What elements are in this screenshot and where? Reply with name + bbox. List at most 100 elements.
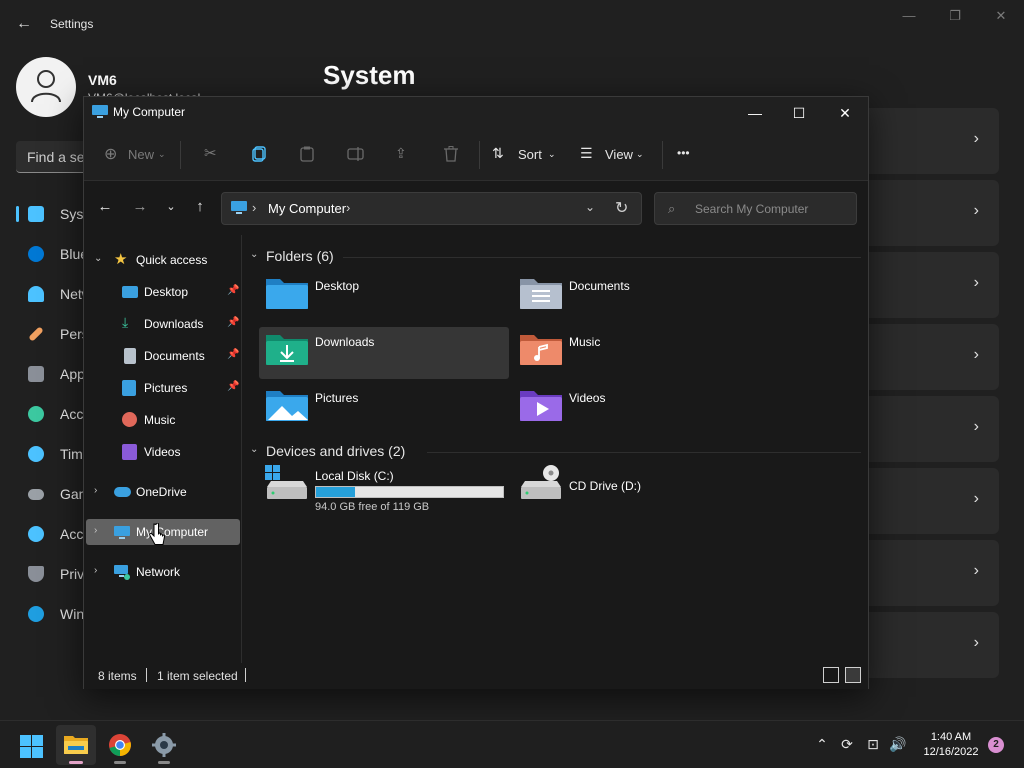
restore-icon[interactable]: ❐ — [940, 8, 970, 26]
settings-card[interactable]: › — [868, 396, 999, 462]
computer-icon — [231, 201, 247, 214]
back-arrow-icon[interactable]: ← — [95, 197, 115, 217]
sidebar-item-downloads[interactable]: ⤓ Downloads 📌 — [86, 311, 240, 337]
sidebar-item-network[interactable]: › Network — [86, 559, 240, 585]
search-placeholder: Search My Computer — [695, 202, 809, 216]
music-folder-icon — [520, 335, 562, 365]
folder-tile-documents[interactable]: Documents — [513, 271, 763, 323]
close-icon[interactable]: ✕ — [834, 102, 856, 124]
settings-card[interactable]: › — [868, 108, 999, 174]
rename-button[interactable] — [346, 141, 366, 169]
share-button[interactable]: ⇪ — [394, 141, 414, 169]
page-title: System — [323, 60, 416, 90]
network-tray-icon[interactable]: ⊡ — [864, 735, 882, 753]
refresh-icon[interactable]: ↻ — [615, 198, 628, 218]
settings-card[interactable]: › — [868, 180, 999, 246]
details-view-icon[interactable] — [823, 667, 839, 683]
notification-badge[interactable]: 2 — [988, 737, 1004, 753]
folder-tile-downloads[interactable]: Downloads — [259, 327, 509, 379]
sidebar-item-documents[interactable]: Documents 📌 — [86, 343, 240, 369]
system-clock[interactable]: 1:40 AM 12/16/2022 — [918, 730, 984, 760]
nav-item-bluetooth[interactable]: Bluetooth & devices — [28, 244, 184, 264]
sidebar-item-onedrive[interactable]: › OneDrive — [86, 479, 240, 505]
cloud-icon — [114, 487, 131, 497]
nav-item-personalization[interactable]: Personalization — [28, 324, 156, 344]
sidebar-item-pictures[interactable]: Pictures 📌 — [86, 375, 240, 401]
address-bar[interactable]: › My Computer › ⌄ ↻ — [221, 192, 642, 225]
settings-card[interactable]: › — [868, 468, 999, 534]
chrome-icon — [109, 734, 131, 756]
settings-card[interactable]: › — [868, 252, 999, 318]
up-arrow-icon[interactable]: ↑ — [190, 197, 210, 217]
breadcrumb[interactable]: My Computer — [268, 201, 346, 216]
close-icon[interactable]: ✕ — [986, 8, 1016, 26]
folder-tile-pictures[interactable]: Pictures — [259, 383, 509, 435]
drive-tile-d[interactable]: CD Drive (D:) — [513, 465, 763, 517]
pictures-icon — [122, 380, 136, 396]
settings-card[interactable]: › — [868, 612, 999, 678]
cut-button[interactable]: ✂ — [202, 141, 222, 169]
minimize-icon[interactable]: — — [744, 102, 766, 124]
folder-tile-desktop[interactable]: Desktop — [259, 271, 509, 323]
explorer-titlebar[interactable]: My Computer — ☐ ✕ — [84, 97, 868, 129]
nav-item-network[interactable]: Network & internet — [28, 284, 175, 304]
chevron-right-icon[interactable]: › — [94, 525, 97, 536]
nav-item-accessibility[interactable]: Accessibility — [28, 524, 136, 544]
sidebar-item-videos[interactable]: Videos — [86, 439, 240, 465]
video-icon — [122, 444, 137, 460]
minimize-icon[interactable]: — — [894, 8, 924, 26]
sort-button[interactable]: ⇅ Sort ⌄ — [492, 141, 556, 169]
recent-chevron-icon[interactable]: ⌄ — [161, 197, 181, 217]
large-icons-view-icon[interactable] — [845, 667, 861, 683]
sync-icon[interactable]: ⟳ — [838, 735, 856, 753]
volume-icon[interactable]: 🔊 — [889, 735, 907, 753]
address-dropdown-icon[interactable]: ⌄ — [585, 200, 595, 214]
update-icon — [28, 606, 44, 622]
chevron-right-icon[interactable]: › — [94, 565, 97, 576]
delete-button[interactable] — [442, 141, 462, 169]
paste-button[interactable] — [298, 141, 318, 169]
taskbar-chrome[interactable] — [100, 725, 140, 765]
sidebar-item-quick-access[interactable]: ⌄ ★ Quick access — [86, 247, 240, 273]
nav-item-system[interactable]: System — [28, 204, 107, 224]
pin-icon[interactable]: 📌 — [227, 285, 239, 296]
drive-tile-c[interactable]: Local Disk (C:) 94.0 GB free of 119 GB — [259, 465, 509, 517]
copy-button[interactable] — [250, 141, 270, 169]
taskbar-settings[interactable] — [144, 725, 184, 765]
nav-item-accounts[interactable]: Accounts — [28, 404, 118, 424]
taskbar-file-explorer[interactable] — [56, 725, 96, 765]
maximize-icon[interactable]: ☐ — [788, 102, 810, 124]
back-arrow-icon[interactable]: ← — [14, 14, 34, 34]
disk-free-text: 94.0 GB free of 119 GB — [315, 501, 430, 513]
running-indicator — [69, 761, 83, 764]
settings-card[interactable]: › — [868, 324, 999, 390]
new-button[interactable]: ⊕ New ⌄ — [104, 141, 170, 169]
chevron-right-icon[interactable]: › — [94, 485, 97, 496]
see-more-button[interactable]: ••• — [676, 141, 698, 169]
chevron-up-icon[interactable]: ⌃ — [813, 735, 831, 753]
nav-item-time[interactable]: Time & language — [28, 444, 165, 464]
search-input[interactable]: ⌕ Search My Computer — [654, 192, 857, 225]
star-icon: ★ — [114, 251, 128, 268]
forward-arrow-icon[interactable]: → — [130, 197, 150, 217]
sidebar-item-music[interactable]: Music — [86, 407, 240, 433]
chevron-right-icon: › — [973, 562, 979, 579]
nav-item-windows-update[interactable]: Windows Update — [28, 604, 166, 624]
bluetooth-icon — [28, 246, 44, 262]
view-button[interactable]: ☰ View ⌄ — [580, 141, 648, 169]
pin-icon[interactable]: 📌 — [227, 317, 239, 328]
breadcrumb-chevron-icon: › — [252, 200, 257, 215]
settings-card[interactable]: › — [868, 540, 999, 606]
nav-item-apps[interactable]: Apps — [28, 364, 92, 384]
breadcrumb-chevron-icon[interactable]: › — [346, 200, 350, 215]
chevron-down-icon[interactable]: ⌄ — [94, 253, 102, 264]
pin-icon[interactable]: 📌 — [227, 349, 239, 360]
nav-item-gaming[interactable]: Gaming — [28, 484, 109, 504]
nav-item-privacy[interactable]: Privacy & security — [28, 564, 171, 584]
folder-tile-music[interactable]: Music — [513, 327, 763, 379]
pin-icon[interactable]: 📌 — [227, 381, 239, 392]
folder-tile-videos[interactable]: Videos — [513, 383, 763, 435]
avatar[interactable] — [16, 57, 76, 117]
start-button[interactable] — [12, 725, 52, 765]
sidebar-item-desktop[interactable]: Desktop 📌 — [86, 279, 240, 305]
